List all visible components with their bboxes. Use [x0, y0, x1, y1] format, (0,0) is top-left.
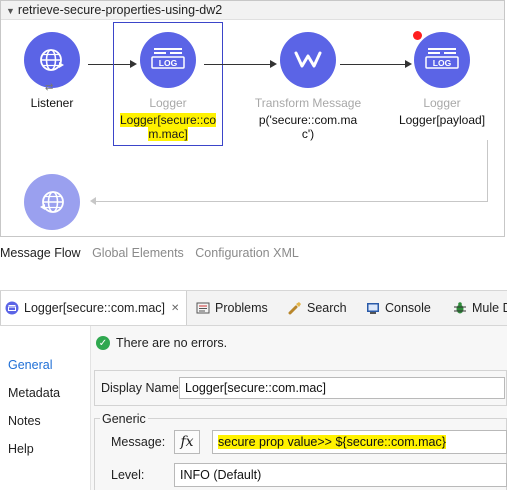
- dataweave-icon: [294, 51, 322, 68]
- listener-label: Listener: [30, 96, 74, 110]
- status-message: There are no errors.: [116, 336, 228, 350]
- logger-type-label: Logger: [423, 96, 461, 110]
- message-label: Message:: [111, 435, 166, 449]
- log-icon: LOG: [151, 48, 185, 69]
- level-label: Level:: [111, 468, 145, 482]
- level-select[interactable]: INFO (Default): [174, 463, 507, 487]
- tab-global-elements[interactable]: Global Elements: [92, 246, 184, 260]
- logger-node-secure[interactable]: LOG: [140, 32, 196, 88]
- breakpoint-indicator[interactable]: [413, 31, 422, 40]
- listener-response-node[interactable]: [24, 174, 80, 230]
- flow-arrow-head: [270, 60, 277, 68]
- console-icon: [367, 303, 379, 314]
- message-field[interactable]: secure prop value>> ${secure::com.mac}: [212, 430, 507, 454]
- logger-payload-label: Logger[payload]: [398, 113, 486, 127]
- reply-arrows-icon: ⇄: [45, 82, 54, 93]
- display-name-field[interactable]: Logger[secure::com.mac]: [179, 377, 505, 399]
- generic-group-title: Generic: [100, 412, 148, 426]
- flow-arrow: [340, 64, 405, 65]
- logger-tab-icon: [5, 301, 19, 315]
- fx-expression-button[interactable]: fx: [174, 430, 200, 454]
- logger-node-payload[interactable]: LOG: [414, 32, 470, 88]
- transform-type-label: Transform Message: [254, 96, 362, 110]
- tab-mule-debugger[interactable]: Mule D: [453, 291, 507, 325]
- listener-node[interactable]: [24, 32, 80, 88]
- sidebar-item-metadata[interactable]: Metadata: [8, 386, 60, 400]
- transform-message-node[interactable]: [280, 32, 336, 88]
- flow-title[interactable]: ▼ retrieve-secure-properties-using-dw2: [6, 3, 222, 17]
- tab-logger-properties[interactable]: Logger[secure::com.mac] ✕: [0, 291, 187, 325]
- collapse-triangle-icon[interactable]: ▼: [6, 6, 15, 16]
- logger-type-label: Logger: [149, 96, 187, 110]
- sidebar-item-notes[interactable]: Notes: [8, 414, 41, 428]
- tab-search[interactable]: Search: [288, 291, 347, 325]
- check-icon: ✓: [96, 336, 110, 350]
- globe-icon: [40, 49, 64, 71]
- tab-console[interactable]: Console: [366, 291, 431, 325]
- globe-icon: [40, 191, 64, 213]
- tab-message-flow[interactable]: Message Flow: [0, 246, 81, 260]
- flow-arrow-head: [405, 60, 412, 68]
- tab-configuration-xml[interactable]: Configuration XML: [195, 246, 299, 260]
- sidebar-item-general[interactable]: General: [8, 358, 52, 372]
- editor-tabs: Message Flow Global Elements Configurati…: [0, 246, 307, 260]
- properties-tab-bar: Logger[secure::com.mac] ✕ Problems Searc…: [0, 290, 507, 326]
- return-arrow-head: [90, 197, 96, 205]
- log-icon-text: LOG: [433, 58, 452, 68]
- close-tab-icon[interactable]: ✕: [171, 303, 179, 314]
- problems-icon: [196, 302, 210, 314]
- bug-icon: [454, 302, 466, 314]
- search-flashlight-icon: [288, 302, 301, 315]
- display-name-label: Display Name:: [101, 381, 183, 395]
- log-icon-text: LOG: [159, 58, 178, 68]
- log-icon: LOG: [425, 48, 459, 69]
- tab-problems[interactable]: Problems: [196, 291, 268, 325]
- logger-secure-label: Logger[secure::co m.mac]: [119, 113, 217, 141]
- sidebar-item-help[interactable]: Help: [8, 442, 34, 456]
- return-path-line: [487, 140, 488, 202]
- return-path-line: [92, 201, 488, 202]
- transform-label: p('secure::com.ma c'): [258, 113, 358, 141]
- flow-arrow: [204, 64, 270, 65]
